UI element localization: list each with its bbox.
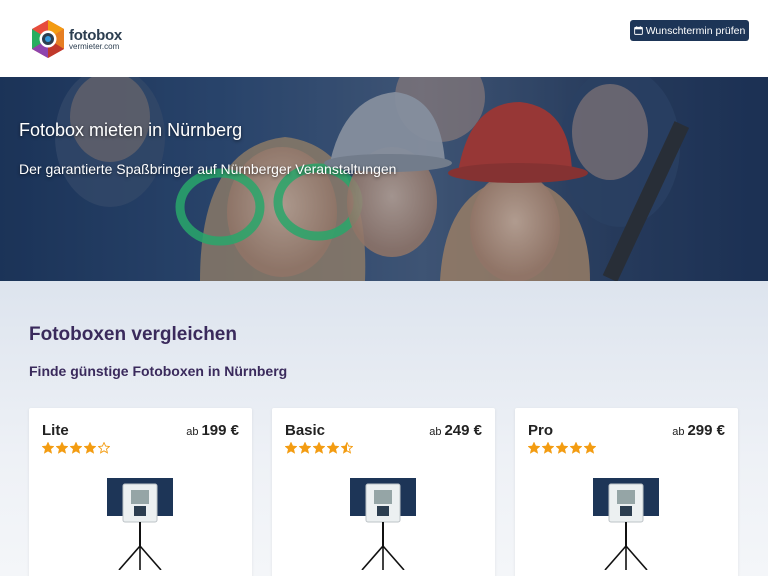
star-rating: [285, 442, 353, 454]
star-full-icon: [313, 442, 325, 454]
photobooth-image: [107, 478, 173, 570]
star-full-icon: [84, 442, 96, 454]
card-price: ab 249 €: [429, 422, 482, 439]
logo-sub-text: vermieter.com: [69, 41, 120, 51]
star-full-icon: [556, 442, 568, 454]
check-date-label: Wunschtermin prüfen: [645, 24, 746, 37]
star-full-icon: [285, 442, 297, 454]
star-full-icon: [42, 442, 54, 454]
star-empty-icon: [98, 442, 110, 454]
compare-section: Fotoboxen vergleichen Finde günstige Fot…: [0, 281, 768, 576]
section-title: Fotoboxen vergleichen: [29, 324, 237, 345]
section-subtitle: Finde günstige Fotoboxen in Nürnberg: [29, 363, 288, 379]
price-prefix: ab: [672, 426, 685, 438]
logo[interactable]: fotobox vermieter.com: [30, 19, 122, 59]
star-full-icon: [299, 442, 311, 454]
product-card-basic[interactable]: Basic ab 249 €: [272, 408, 495, 576]
star-full-icon: [70, 442, 82, 454]
star-full-icon: [56, 442, 68, 454]
star-full-icon: [542, 442, 554, 454]
hero-title: Fotobox mieten in Nürnberg: [19, 120, 243, 140]
star-full-icon: [528, 442, 540, 454]
card-name: Basic: [285, 422, 326, 439]
hero-photo: [0, 77, 768, 281]
hero-subtitle: Der garantierte Spaßbringer auf Nürnberg…: [19, 161, 397, 177]
price-value: 299 €: [687, 422, 725, 439]
card-price: ab 199 €: [186, 422, 239, 439]
star-rating: [42, 442, 110, 454]
card-name: Lite: [42, 422, 69, 439]
calendar-icon: [633, 26, 643, 35]
star-full-icon: [584, 442, 596, 454]
logo-main-text: fotobox: [69, 26, 122, 44]
star-rating: [528, 442, 596, 454]
star-full-icon: [570, 442, 582, 454]
photobooth-image: [350, 478, 416, 570]
product-card-lite[interactable]: Lite ab 199 €: [29, 408, 252, 576]
star-half-icon: [341, 442, 353, 454]
price-value: 199 €: [201, 422, 239, 439]
site-header: fotobox vermieter.com Wunschtermin prüfe…: [0, 0, 768, 77]
price-prefix: ab: [429, 426, 442, 438]
camera-hexagon-icon: [32, 20, 64, 58]
star-full-icon: [327, 442, 339, 454]
hero-banner: Fotobox mieten in Nürnberg Der garantier…: [0, 77, 768, 281]
card-name: Pro: [528, 422, 554, 439]
price-prefix: ab: [186, 426, 199, 438]
check-date-button[interactable]: Wunschtermin prüfen: [630, 20, 749, 41]
photobooth-image: [593, 478, 659, 570]
product-card-pro[interactable]: Pro ab 299 €: [515, 408, 738, 576]
card-price: ab 299 €: [672, 422, 725, 439]
price-value: 249 €: [444, 422, 482, 439]
